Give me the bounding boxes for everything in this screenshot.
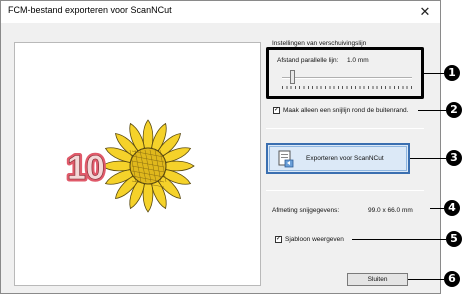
callout-2: 2: [446, 102, 462, 118]
callout-4: 4: [444, 200, 460, 216]
preview-pane: 10 10: [14, 42, 261, 286]
close-button[interactable]: Sluiten: [347, 273, 408, 286]
export-file-icon: [278, 150, 294, 167]
embroidery-preview: 10 10: [65, 119, 195, 213]
number-ten-image: 10 10: [65, 147, 108, 190]
offset-settings-title: Instellingen van verschuivingslijn: [270, 40, 369, 47]
show-template-option[interactable]: ✓ Sjabloon weergeven: [275, 236, 344, 243]
number-fill: 10: [67, 149, 105, 187]
separator: [266, 190, 424, 191]
outer-edge-only-label: Maak alleen een snijlijn rond de buitenr…: [283, 107, 409, 114]
outer-edge-only-option[interactable]: ✓ Maak alleen een snijlijn rond de buite…: [273, 107, 408, 114]
separator: [266, 128, 424, 129]
close-icon[interactable]: ✕: [416, 3, 434, 21]
title-bar: FCM-bestand exporteren voor ScanNCut ✕: [1, 1, 440, 23]
highlight-frame: [266, 47, 424, 99]
callout-line: [352, 239, 446, 240]
callout-1: 1: [444, 65, 460, 81]
cut-size-value: 99.0 x 66.0 mm: [368, 207, 413, 214]
sunflower-image: [101, 119, 195, 213]
callout-line: [408, 279, 444, 280]
callout-line: [418, 110, 446, 111]
export-scanncut-button[interactable]: Exporteren voor ScanNCut: [266, 143, 410, 174]
callout-5: 5: [446, 231, 462, 247]
cut-size-label: Afmeting snijgegevens:: [272, 207, 340, 214]
callout-6: 6: [444, 271, 460, 287]
callout-line: [424, 73, 444, 74]
window-title: FCM-bestand exporteren voor ScanNCut: [8, 5, 172, 15]
callout-line: [410, 158, 446, 159]
show-template-label: Sjabloon weergeven: [285, 236, 344, 243]
callout-3: 3: [446, 150, 462, 166]
callout-line: [430, 208, 444, 209]
show-template-checkbox[interactable]: ✓: [275, 236, 282, 243]
export-button-label: Exporteren voor ScanNCut: [306, 155, 384, 162]
outer-edge-only-checkbox[interactable]: ✓: [273, 107, 280, 114]
